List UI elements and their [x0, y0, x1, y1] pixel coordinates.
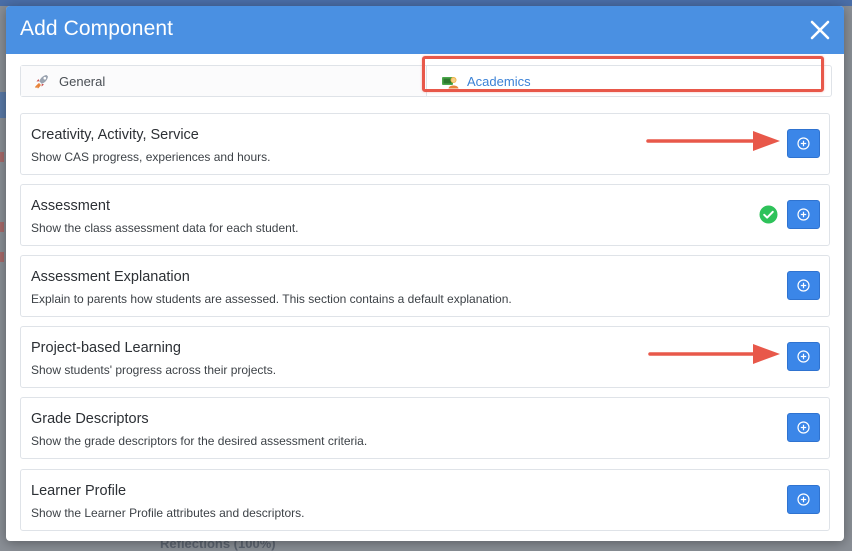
tab-academics[interactable]: Academics [427, 66, 831, 96]
add-component-button[interactable] [787, 271, 820, 300]
modal-title: Add Component [20, 17, 174, 40]
plus-circle-icon [797, 350, 810, 363]
component-title: Creativity, Activity, Service [31, 127, 199, 143]
component-card: Assessment Show the class assessment dat… [20, 184, 830, 246]
component-category-tabs: General Academics [20, 65, 832, 97]
modal-header: Add Component [6, 6, 844, 54]
component-description: Show the grade descriptors for the desir… [31, 434, 368, 448]
rocket-icon [33, 72, 51, 90]
component-card: Project-based Learning Show students' pr… [20, 326, 830, 388]
component-card: Assessment Explanation Explain to parent… [20, 255, 830, 317]
close-button[interactable] [808, 18, 832, 42]
background-app-marker [0, 252, 4, 262]
close-icon [810, 20, 830, 40]
add-component-modal: Add Component General Academics Creativi… [6, 6, 844, 541]
component-card: Grade Descriptors Show the grade descrip… [20, 397, 830, 459]
tab-academics-label: Academics [467, 73, 531, 89]
component-title: Learner Profile [31, 483, 127, 499]
component-title: Assessment [31, 198, 110, 214]
add-component-button[interactable] [787, 200, 820, 229]
add-component-button[interactable] [787, 413, 820, 442]
academics-icon [441, 72, 459, 90]
plus-circle-icon [797, 279, 810, 292]
component-title: Project-based Learning [31, 340, 181, 356]
component-description: Show CAS progress, experiences and hours… [31, 150, 271, 164]
component-title: Assessment Explanation [31, 269, 190, 285]
component-description: Show the class assessment data for each … [31, 221, 299, 235]
add-component-button[interactable] [787, 342, 820, 371]
background-app-marker [0, 152, 4, 162]
check-circle-icon [759, 205, 778, 224]
component-title: Grade Descriptors [31, 411, 149, 427]
tab-general-label: General [59, 73, 106, 89]
background-app-marker [0, 222, 4, 232]
tab-general[interactable]: General [21, 66, 427, 96]
component-card: Creativity, Activity, Service Show CAS p… [20, 113, 830, 175]
add-component-button[interactable] [787, 129, 820, 158]
component-description: Show the Learner Profile attributes and … [31, 506, 305, 520]
plus-circle-icon [797, 208, 810, 221]
component-description: Explain to parents how students are asse… [31, 292, 512, 306]
component-description: Show students' progress across their pro… [31, 363, 277, 377]
plus-circle-icon [797, 493, 810, 506]
add-component-button[interactable] [787, 485, 820, 514]
plus-circle-icon [797, 421, 810, 434]
component-card: Learner Profile Show the Learner Profile… [20, 469, 830, 531]
plus-circle-icon [797, 137, 810, 150]
